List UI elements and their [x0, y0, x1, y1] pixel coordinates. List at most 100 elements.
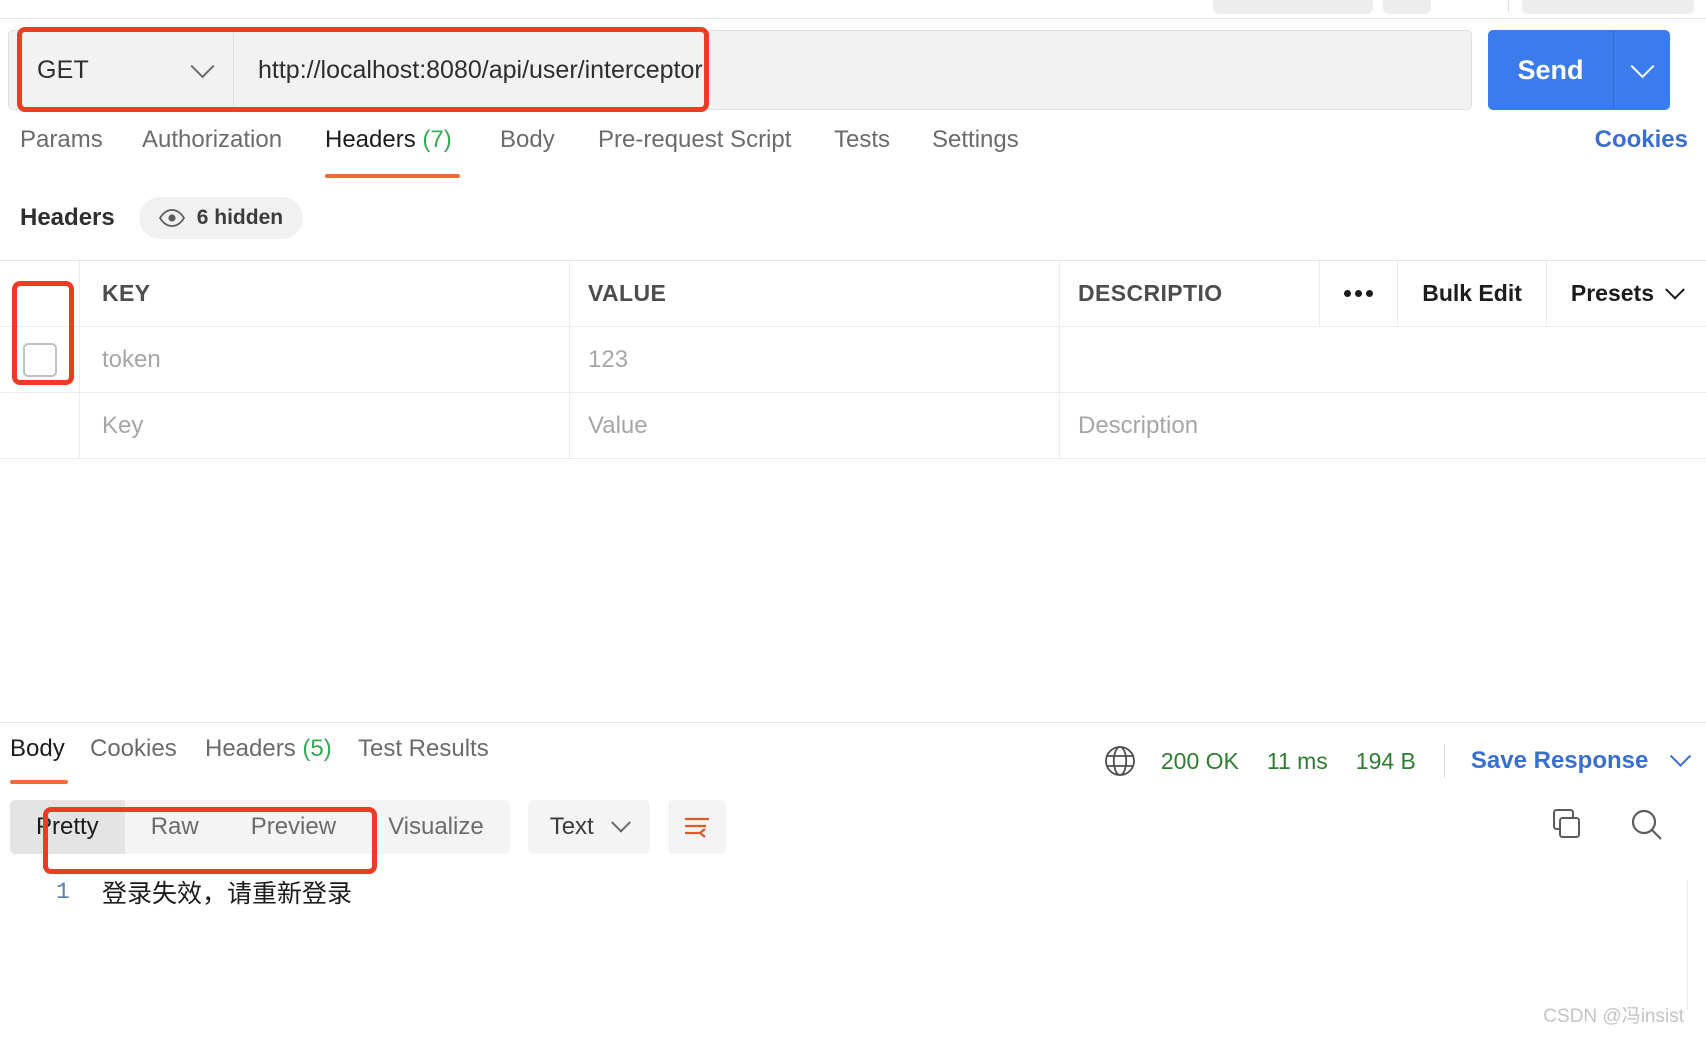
viewer-mode-pretty[interactable]: Pretty	[10, 800, 125, 854]
top-ghost-control-3[interactable]	[1522, 0, 1694, 14]
response-size: 194 B	[1355, 747, 1416, 774]
search-icon[interactable]	[1628, 806, 1666, 844]
tab-label: Settings	[932, 126, 1019, 153]
viewer-mode-visualize[interactable]: Visualize	[362, 800, 510, 854]
row-value-text: 123	[588, 345, 629, 373]
response-body-viewer[interactable]: 1 登录失效，请重新登录	[0, 870, 1706, 1038]
request-url-row: GET http://localhost:8080/api/user/inter…	[0, 30, 1706, 112]
response-format-label: Text	[549, 813, 594, 840]
column-header-description: DESCRIPTIO	[1060, 261, 1319, 326]
table-row[interactable]: token 123	[0, 327, 1706, 393]
row-key-cell[interactable]: token	[80, 327, 570, 392]
row-key-placeholder: Key	[102, 411, 144, 439]
more-horizontal-icon	[1344, 290, 1374, 297]
row-value-placeholder: Value	[588, 411, 648, 439]
hidden-headers-toggle[interactable]: 6 hidden	[138, 197, 304, 239]
tab-label: Tests	[834, 126, 891, 153]
globe-icon	[1104, 746, 1135, 776]
active-response-tab-underline	[10, 780, 68, 784]
more-options-button[interactable]	[1319, 261, 1397, 326]
row-key-text: token	[102, 345, 161, 373]
row-checkbox[interactable]	[22, 342, 57, 377]
tab-label: Body	[10, 735, 65, 762]
http-method-select[interactable]: GET	[9, 31, 234, 109]
headers-table: KEY VALUE DESCRIPTIO Bulk Edit Presets t…	[0, 260, 1706, 459]
save-response-label: Save Response	[1470, 747, 1649, 774]
tab-label: Params	[20, 126, 103, 153]
bulk-edit-button[interactable]: Bulk Edit	[1397, 261, 1546, 326]
column-label: VALUE	[588, 280, 667, 306]
headers-table-header-row: KEY VALUE DESCRIPTIO Bulk Edit Presets	[0, 261, 1706, 327]
response-format-select[interactable]: Text	[527, 800, 650, 854]
row-description-cell[interactable]	[1060, 327, 1706, 392]
wrap-lines-button[interactable]	[667, 800, 726, 854]
row-checkbox-cell	[0, 327, 80, 392]
request-url-bar: GET http://localhost:8080/api/user/inter…	[8, 30, 1472, 110]
column-header-key: KEY	[80, 261, 570, 326]
response-status-code: 200 OK	[1160, 747, 1239, 774]
chevron-down-icon	[190, 53, 215, 78]
tab-label: Pre-request Script	[598, 126, 792, 153]
row-description-placeholder: Description	[1078, 411, 1199, 439]
tab-params[interactable]: Params	[20, 126, 103, 154]
request-url-input[interactable]: http://localhost:8080/api/user/intercept…	[234, 31, 1471, 109]
row-checkbox-cell	[0, 393, 80, 458]
row-description-cell[interactable]: Description	[1060, 393, 1706, 458]
response-tab-headers[interactable]: Headers (5)	[205, 735, 332, 763]
tab-label: Body	[500, 126, 555, 153]
top-ghost-control-2[interactable]	[1383, 0, 1431, 14]
window-top-strip	[0, 0, 1706, 19]
response-time: 11 ms	[1266, 747, 1328, 774]
tab-authorization[interactable]: Authorization	[142, 126, 282, 154]
presets-label: Presets	[1570, 280, 1654, 306]
column-header-value: VALUE	[570, 261, 1060, 326]
tab-settings[interactable]: Settings	[932, 126, 1019, 154]
tab-label: Authorization	[142, 126, 283, 153]
line-number: 1	[56, 879, 70, 905]
presets-button[interactable]: Presets	[1545, 261, 1706, 326]
eye-icon	[158, 209, 185, 227]
tab-label: Headers	[205, 735, 296, 762]
viewer-mode-raw[interactable]: Raw	[125, 800, 225, 854]
active-tab-underline	[325, 174, 460, 178]
tab-label: Cookies	[90, 735, 177, 762]
response-viewer-toolbar: Pretty Raw Preview Visualize Text	[10, 800, 726, 854]
viewer-mode-group: Pretty Raw Preview Visualize	[10, 800, 510, 854]
cookies-link[interactable]: Cookies	[1595, 126, 1688, 154]
send-options-button[interactable]	[1614, 30, 1670, 110]
copy-icon[interactable]	[1548, 807, 1584, 843]
chevron-down-icon	[1669, 745, 1692, 767]
column-label: KEY	[102, 280, 151, 306]
response-tab-test-results[interactable]: Test Results	[358, 735, 489, 763]
tab-body[interactable]: Body	[500, 126, 555, 154]
viewer-mode-preview[interactable]: Preview	[225, 800, 362, 854]
tab-tests[interactable]: Tests	[834, 126, 890, 154]
response-tab-cookies[interactable]: Cookies	[90, 735, 177, 763]
send-button[interactable]: Send	[1488, 30, 1614, 110]
column-label: DESCRIPTIO	[1078, 280, 1223, 306]
row-value-cell[interactable]: Value	[570, 393, 1060, 458]
top-divider	[1508, 0, 1509, 12]
http-method-label: GET	[37, 55, 89, 84]
save-response-button[interactable]: Save Response	[1470, 745, 1692, 775]
status-divider	[1443, 744, 1445, 778]
row-key-cell[interactable]: Key	[80, 393, 570, 458]
headers-subbar: Headers 6 hidden	[0, 192, 1706, 244]
table-row[interactable]: Key Value Description	[0, 393, 1706, 459]
top-ghost-control-1[interactable]	[1213, 0, 1373, 14]
response-body-text: 登录失效，请重新登录	[102, 880, 353, 908]
send-button-group[interactable]: Send	[1488, 30, 1670, 110]
watermark: CSDN @冯insist	[1543, 1006, 1684, 1027]
response-viewer-icons	[1548, 806, 1666, 844]
headers-panel-title: Headers	[20, 204, 115, 231]
tab-headers[interactable]: Headers (7)	[325, 126, 452, 154]
response-tab-body[interactable]: Body	[10, 735, 65, 763]
header-select-all-cell	[0, 261, 80, 326]
row-value-cell[interactable]: 123	[570, 327, 1060, 392]
hidden-headers-label: 6 hidden	[196, 206, 284, 229]
response-status-bar: 200 OK 11 ms 194 B Save Response	[1103, 740, 1692, 782]
tab-label: Headers	[325, 126, 416, 153]
tab-pre-request-script[interactable]: Pre-request Script	[598, 126, 791, 154]
response-scrollbar[interactable]	[1687, 880, 1700, 1010]
chevron-down-icon	[1665, 279, 1685, 300]
